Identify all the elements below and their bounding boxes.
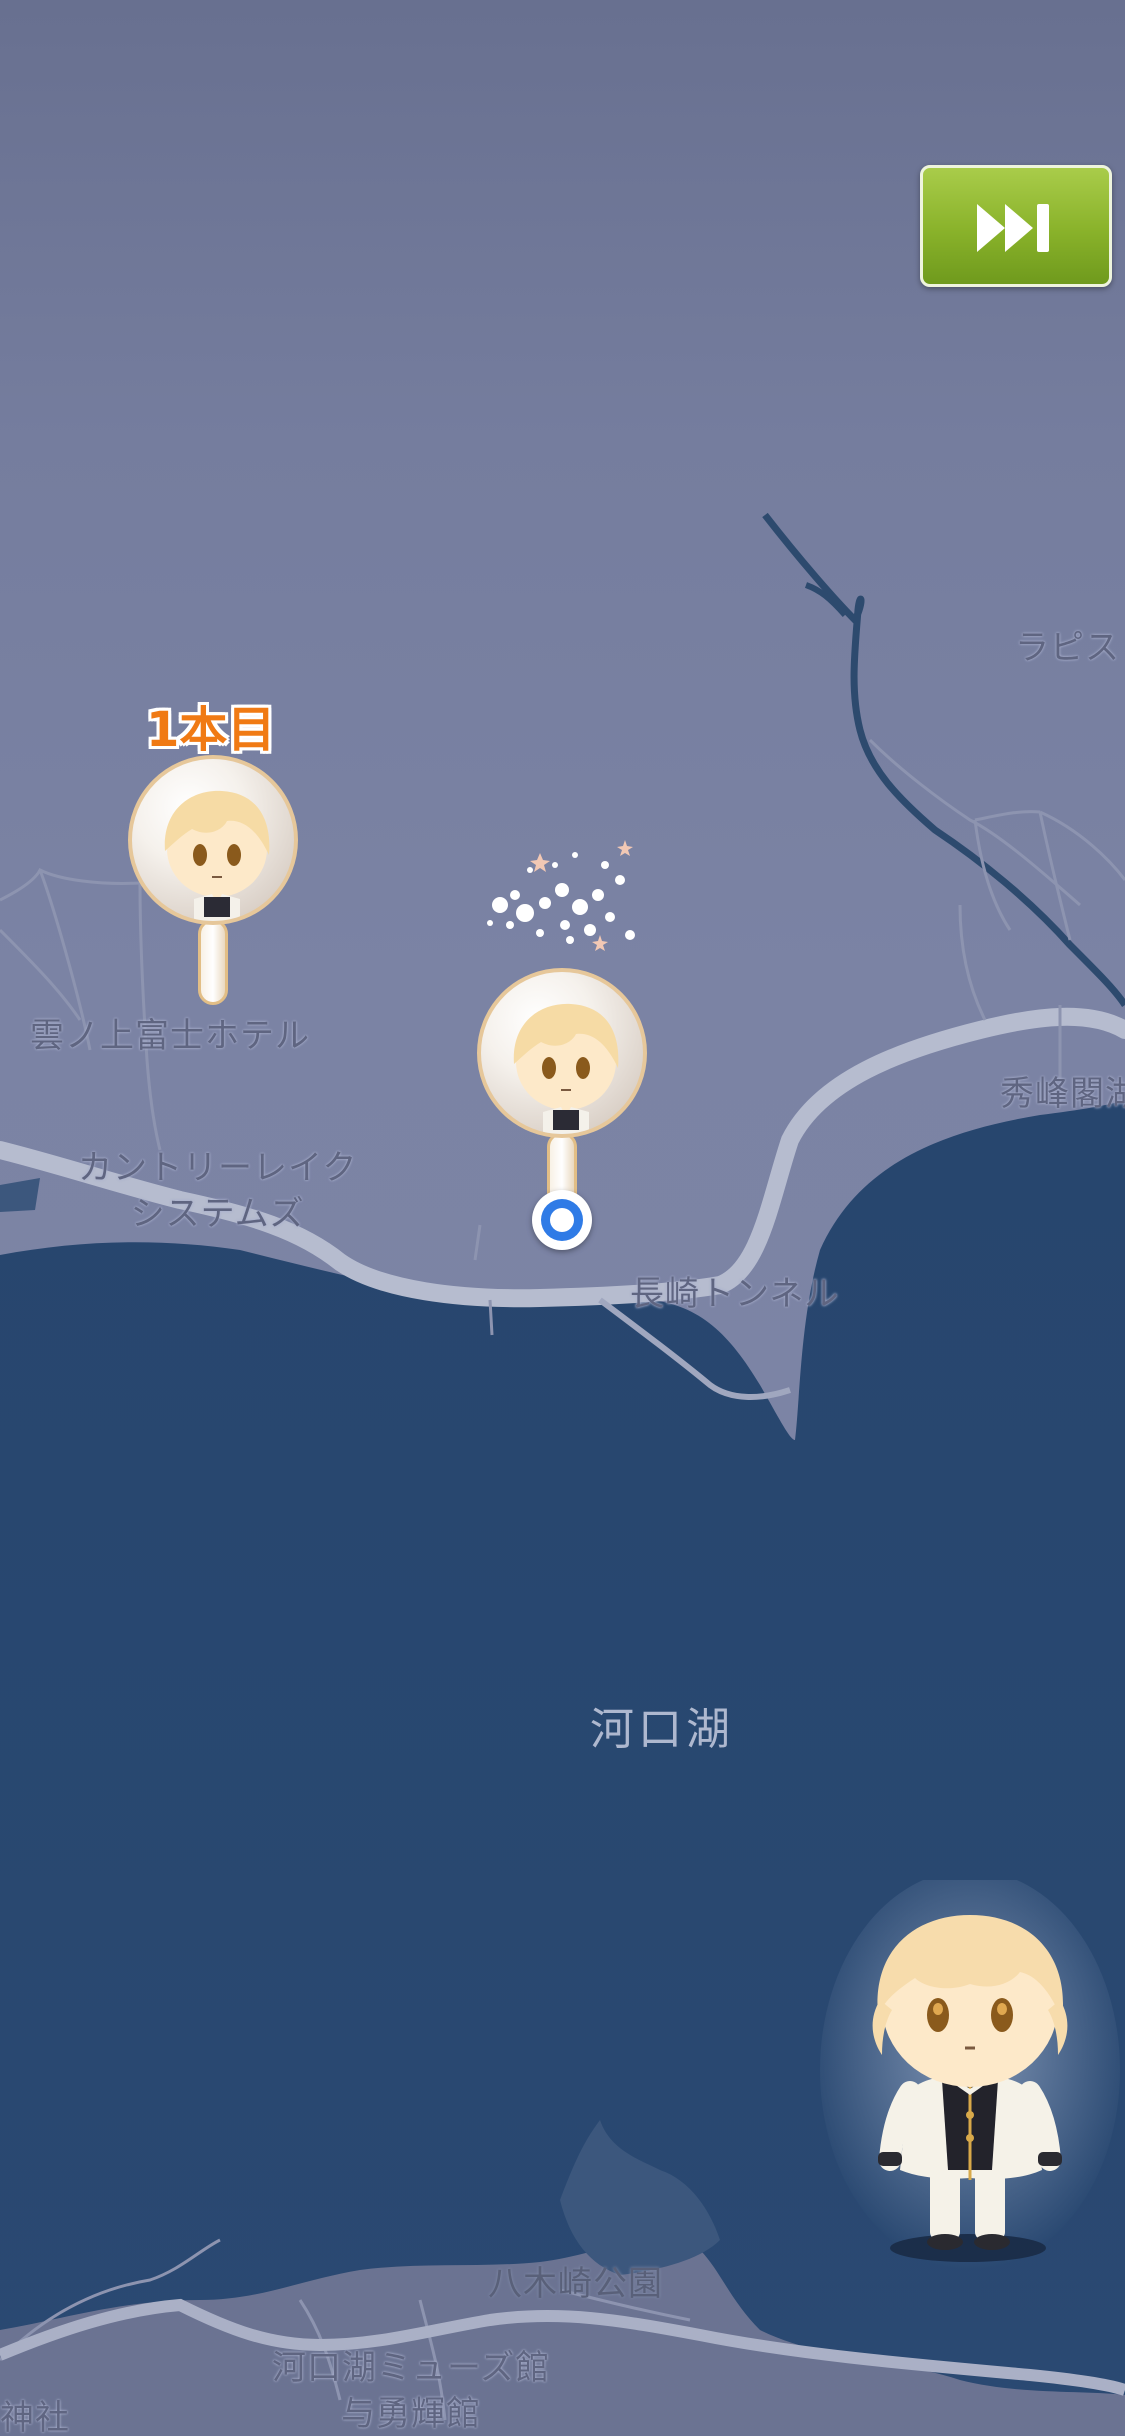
player-avatar[interactable] (820, 1880, 1120, 2280)
map-label-country-lake: カントリーレイク システムズ (78, 1145, 357, 1237)
pin-count-label: 1本目 (146, 702, 276, 758)
character-pin-1[interactable] (128, 755, 304, 1015)
map-label-hotel: 雲ノ上富士ホテル (30, 1016, 310, 1056)
game-map-screen: ラピス 雲ノ上富士ホテル カントリーレイク システムズ 秀峰閣湖 長崎トンネル … (0, 0, 1125, 2436)
map-label-country-lake-line2: システムズ (130, 1194, 305, 1234)
pin-stick (198, 919, 228, 1005)
map-label-kawaguchiko: 河口湖 (590, 1704, 734, 1755)
map-label-nagasaki-tunnel: 長崎トンネル (630, 1274, 840, 1314)
character-pin-2[interactable] (477, 968, 653, 1228)
small-island (0, 1178, 40, 1212)
map-label-shrine: 神社 (0, 2398, 70, 2436)
map-label-lapis: ラピス (1015, 628, 1120, 668)
map-label-muse-line2: 与勇輝館 (341, 2394, 482, 2434)
map-label-muse: 河口湖ミューズ館 与勇輝館 (272, 2345, 550, 2436)
fast-forward-icon (977, 204, 1049, 252)
sparkle-effect (487, 840, 635, 951)
pin-bubble (128, 755, 298, 925)
map-label-shuho: 秀峰閣湖 (1000, 1074, 1125, 1114)
chibi-face-icon (164, 790, 270, 921)
map-label-muse-line1: 河口湖ミューズ館 (272, 2348, 551, 2388)
pin-bubble (477, 968, 647, 1138)
map-label-yagisaki-park: 八木崎公園 (488, 2264, 663, 2304)
skip-button[interactable] (920, 165, 1112, 287)
map-label-country-lake-line1: カントリーレイク (78, 1148, 358, 1188)
chibi-face-icon (513, 1003, 619, 1134)
current-location-marker (532, 1190, 592, 1250)
